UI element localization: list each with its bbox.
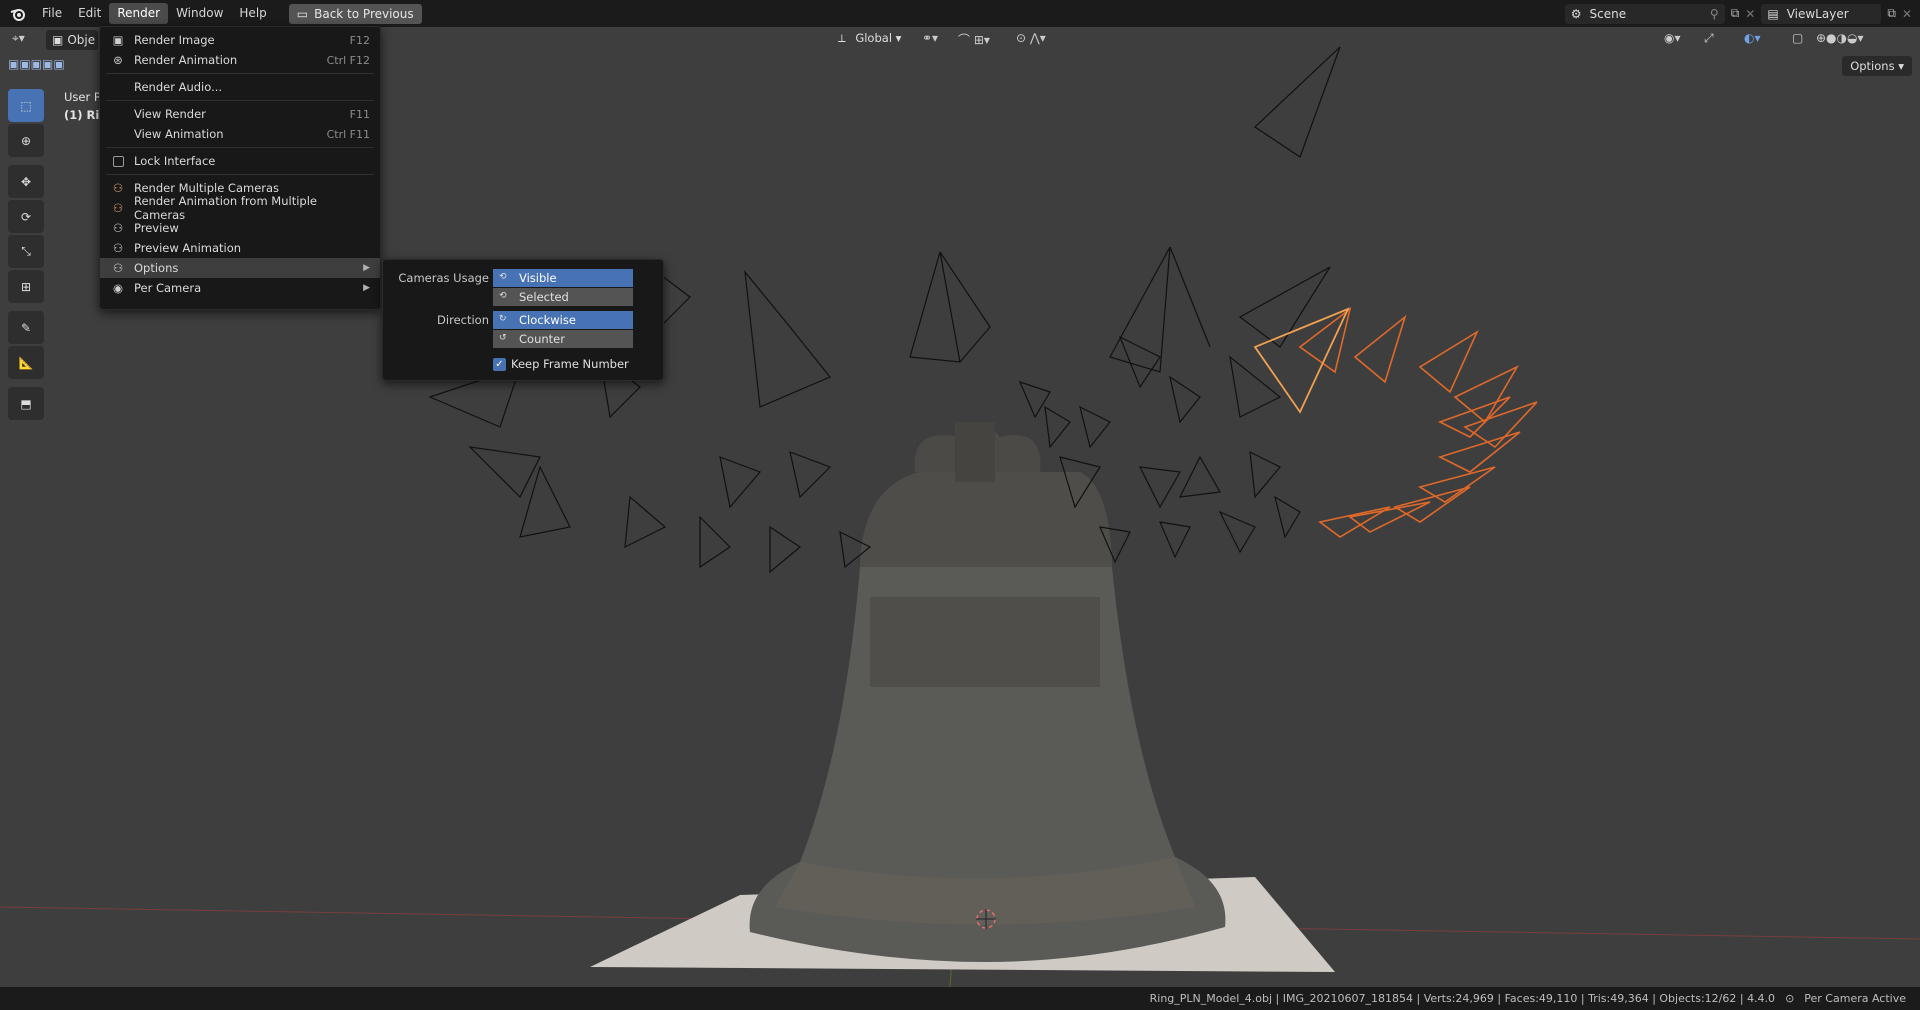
blender-logo-icon[interactable] bbox=[8, 4, 28, 24]
annotate-tool-icon[interactable]: ✎ bbox=[8, 311, 44, 344]
menu-help[interactable]: Help bbox=[231, 3, 274, 24]
options-icon: ⚇ bbox=[112, 261, 124, 275]
back-to-previous-button[interactable]: ▭ Back to Previous bbox=[288, 3, 422, 24]
selected-camera-frustums bbox=[1298, 307, 1538, 538]
add-cube-tool-icon[interactable]: ⬒ bbox=[8, 387, 44, 420]
new-scene-icon[interactable]: ⧉ bbox=[1731, 6, 1740, 21]
menu-render[interactable]: Render bbox=[109, 3, 169, 24]
cameras-usage-selected-option[interactable]: ⟲ Selected bbox=[493, 288, 633, 306]
back-to-previous-label: Back to Previous bbox=[314, 6, 414, 21]
transform-tool-icon[interactable]: ⊞ bbox=[8, 270, 44, 303]
clockwise-icon: ↻ bbox=[499, 314, 507, 324]
multi-camera-anim-icon: ⚇ bbox=[112, 201, 124, 215]
menu-item-view-render[interactable]: View Render F11 bbox=[100, 104, 380, 124]
direction-label: Direction bbox=[437, 313, 489, 327]
direction-clockwise-option[interactable]: ↻ Clockwise bbox=[493, 311, 633, 329]
bell-model bbox=[749, 422, 1226, 962]
top-bar: File Edit Render Window Help ▭ Back to P… bbox=[0, 0, 1920, 27]
new-viewlayer-icon[interactable]: ⧉ bbox=[1887, 6, 1896, 21]
delete-viewlayer-icon[interactable]: ✕ bbox=[1902, 7, 1912, 21]
menu-item-preview-animation[interactable]: ⚇ Preview Animation bbox=[100, 238, 380, 258]
menu-item-options[interactable]: ⚇ Options ▶ bbox=[100, 258, 380, 278]
submenu-arrow-icon: ▶ bbox=[363, 263, 370, 273]
viewlayer-label: ViewLayer bbox=[1786, 6, 1849, 21]
measure-tool-icon[interactable]: 📐 bbox=[8, 346, 44, 379]
viewlayer-selector[interactable]: ▤ ViewLayer bbox=[1761, 3, 1882, 24]
rotate-tool-icon[interactable]: ⟳ bbox=[8, 200, 44, 233]
delete-scene-icon[interactable]: ✕ bbox=[1745, 7, 1755, 21]
screen-icon: ▭ bbox=[296, 6, 309, 21]
render-menu: ▣ Render Image F12 ⊛ Render Animation Ct… bbox=[99, 26, 381, 310]
scene-selector[interactable]: ⚙ Scene ⚲ bbox=[1564, 3, 1725, 24]
active-camera-frustum bbox=[1253, 307, 1350, 414]
cameras-usage-label: Cameras Usage bbox=[398, 271, 489, 285]
tool-shelf: ⬚ ⊕ ✥ ⟳ ⤡ ⊞ ✎ 📐 ⬒ bbox=[8, 89, 48, 422]
scene-icon: ⚙ bbox=[1570, 6, 1582, 21]
direction-counter-option[interactable]: ↺ Counter bbox=[493, 330, 633, 348]
preview-icon: ⚇ bbox=[112, 221, 124, 235]
status-info: Ring_PLN_Model_4.obj | IMG_20210607_1818… bbox=[1149, 992, 1776, 1005]
menu-item-view-animation[interactable]: View Animation Ctrl F11 bbox=[100, 124, 380, 144]
status-bar: Ring_PLN_Model_4.obj | IMG_20210607_1818… bbox=[0, 987, 1920, 1010]
cursor-tool-icon[interactable]: ⊕ bbox=[8, 124, 44, 157]
keep-frame-number-checkbox[interactable]: ✓ Keep Frame Number bbox=[493, 357, 629, 371]
counter-icon: ↺ bbox=[499, 333, 507, 343]
options-submenu: Cameras Usage ⟲ Visible ⟲ Selected Direc… bbox=[382, 259, 664, 381]
per-camera-icon: ◉ bbox=[112, 281, 124, 295]
scale-tool-icon[interactable]: ⤡ bbox=[8, 235, 44, 268]
submenu-arrow-icon: ▶ bbox=[363, 283, 370, 293]
render-animation-icon: ⊛ bbox=[113, 53, 123, 67]
scene-label: Scene bbox=[1589, 6, 1627, 21]
multi-camera-icon: ⚇ bbox=[112, 181, 124, 195]
menu-window[interactable]: Window bbox=[168, 3, 231, 24]
render-image-icon: ▣ bbox=[112, 33, 124, 47]
menu-item-render-animation[interactable]: ⊛ Render Animation Ctrl F12 bbox=[100, 50, 380, 70]
cameras-usage-visible-option[interactable]: ⟲ Visible bbox=[493, 269, 633, 287]
pin-icon[interactable]: ⚲ bbox=[1710, 7, 1719, 21]
move-tool-icon[interactable]: ✥ bbox=[8, 165, 44, 198]
menu-file[interactable]: File bbox=[34, 3, 70, 24]
preview-anim-icon: ⚇ bbox=[112, 241, 124, 255]
keep-frame-number-label: Keep Frame Number bbox=[511, 357, 629, 371]
per-camera-status-icon: ⊙ bbox=[1785, 992, 1795, 1005]
menu-item-per-camera[interactable]: ◉ Per Camera ▶ bbox=[100, 278, 380, 298]
selected-icon: ⟲ bbox=[499, 291, 507, 301]
select-box-tool-icon[interactable]: ⬚ bbox=[8, 89, 44, 122]
select-mode-icons[interactable]: ▣▣▣▣▣ bbox=[8, 57, 65, 71]
menu-item-render-image[interactable]: ▣ Render Image F12 bbox=[100, 30, 380, 50]
per-camera-status: Per Camera Active bbox=[1804, 992, 1906, 1005]
check-icon: ✓ bbox=[493, 357, 506, 371]
menu-edit[interactable]: Edit bbox=[70, 3, 109, 24]
viewlayer-icon: ▤ bbox=[1767, 6, 1779, 21]
checkbox-icon[interactable] bbox=[110, 153, 126, 169]
menu-item-render-animation-multiple-cameras[interactable]: ⚇ Render Animation from Multiple Cameras bbox=[100, 194, 380, 222]
menu-item-render-audio[interactable]: Render Audio... bbox=[100, 77, 380, 97]
visible-icon: ⟲ bbox=[499, 272, 507, 282]
menu-item-lock-interface[interactable]: Lock Interface bbox=[100, 151, 380, 171]
menu-item-preview[interactable]: ⚇ Preview bbox=[100, 218, 380, 238]
